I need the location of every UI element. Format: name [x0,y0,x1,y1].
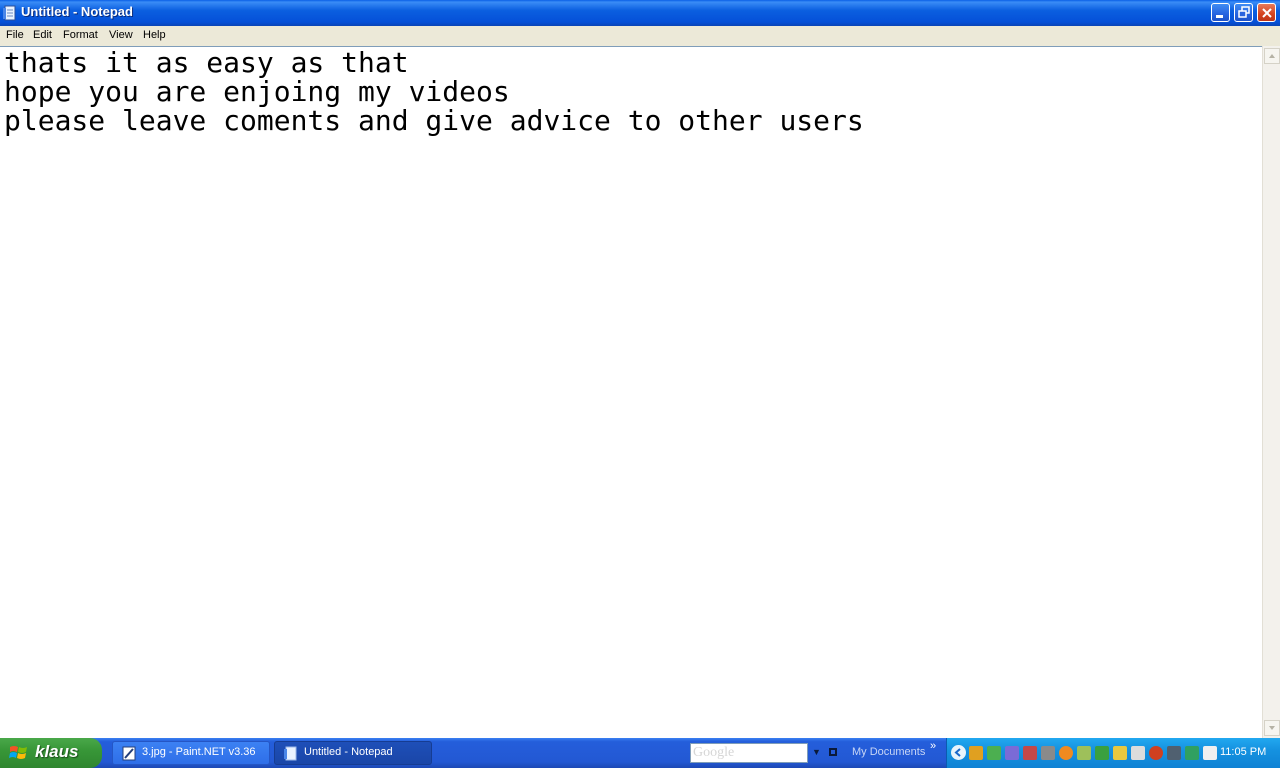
minimize-icon [1216,15,1223,18]
minimize-button[interactable] [1211,3,1230,22]
clock[interactable]: 11:05 PM [1220,746,1266,758]
window-title: Untitled - Notepad [21,4,133,19]
notepad-icon [284,746,297,761]
menu-edit[interactable]: Edit [29,28,56,42]
windows-logo-icon [9,746,27,759]
text-editor[interactable]: thats it as easy as that hope you are en… [0,46,1262,738]
my-documents-toolbar[interactable]: My Documents [852,746,925,758]
text-line: please leave coments and give advice to … [4,104,864,137]
scroll-down-button[interactable] [1264,720,1280,736]
tray-app-icon[interactable] [1059,746,1073,760]
start-button[interactable]: klaus [0,738,102,768]
restore-button[interactable] [1234,3,1253,22]
text-line: hope you are enjoing my videos [4,75,510,108]
title-bar[interactable]: Untitled - Notepad [0,0,1280,26]
toolbar-more-icon[interactable]: » [930,740,936,752]
tray-app-icon[interactable] [1167,746,1181,760]
taskbar-item-notepad[interactable]: Untitled - Notepad [274,741,432,765]
close-icon [1262,8,1272,18]
taskbar-item-label: Untitled - Notepad [304,746,393,758]
tray-app-icon[interactable] [1131,746,1145,760]
tray-expand-icon[interactable] [951,745,966,760]
taskbar-item-paintnet[interactable]: 3.jpg - Paint.NET v3.36 [112,741,270,765]
vertical-scrollbar[interactable] [1262,46,1280,738]
notepad-icon [3,5,16,21]
restore-icon [1238,6,1250,18]
tray-app-icon[interactable] [987,746,1001,760]
tray-app-icon[interactable] [1041,746,1055,760]
tray-app-icon[interactable] [1203,746,1217,760]
scroll-up-button[interactable] [1264,48,1280,64]
arrow-down-icon [1269,726,1275,730]
google-search-input[interactable]: Google [690,743,808,763]
menu-file[interactable]: File [2,28,28,42]
menu-format[interactable]: Format [59,28,102,42]
tray-app-icon[interactable] [1005,746,1019,760]
menu-view[interactable]: View [105,28,137,42]
tray-app-icon[interactable] [1023,746,1037,760]
menu-help[interactable]: Help [139,28,170,42]
text-line: thats it as easy as that [4,46,409,79]
paintnet-icon [122,746,136,761]
tray-app-icon[interactable] [1149,746,1163,760]
taskbar-item-label: 3.jpg - Paint.NET v3.36 [142,746,256,758]
search-dropdown-icon[interactable]: ▼ [812,745,822,759]
tray-app-icon[interactable] [1113,746,1127,760]
search-placeholder: Google [693,745,735,760]
start-label: klaus [35,742,79,761]
tray-app-icon[interactable] [969,746,983,760]
notepad-window: Untitled - Notepad File Edit Format View… [0,0,1280,738]
close-button[interactable] [1257,3,1276,22]
show-desktop-icon[interactable] [829,748,837,756]
tray-app-icon[interactable] [1095,746,1109,760]
tray-app-icon[interactable] [1185,746,1199,760]
tray-app-icon[interactable] [1077,746,1091,760]
arrow-up-icon [1269,54,1275,58]
menu-bar: File Edit Format View Help [0,26,1280,45]
